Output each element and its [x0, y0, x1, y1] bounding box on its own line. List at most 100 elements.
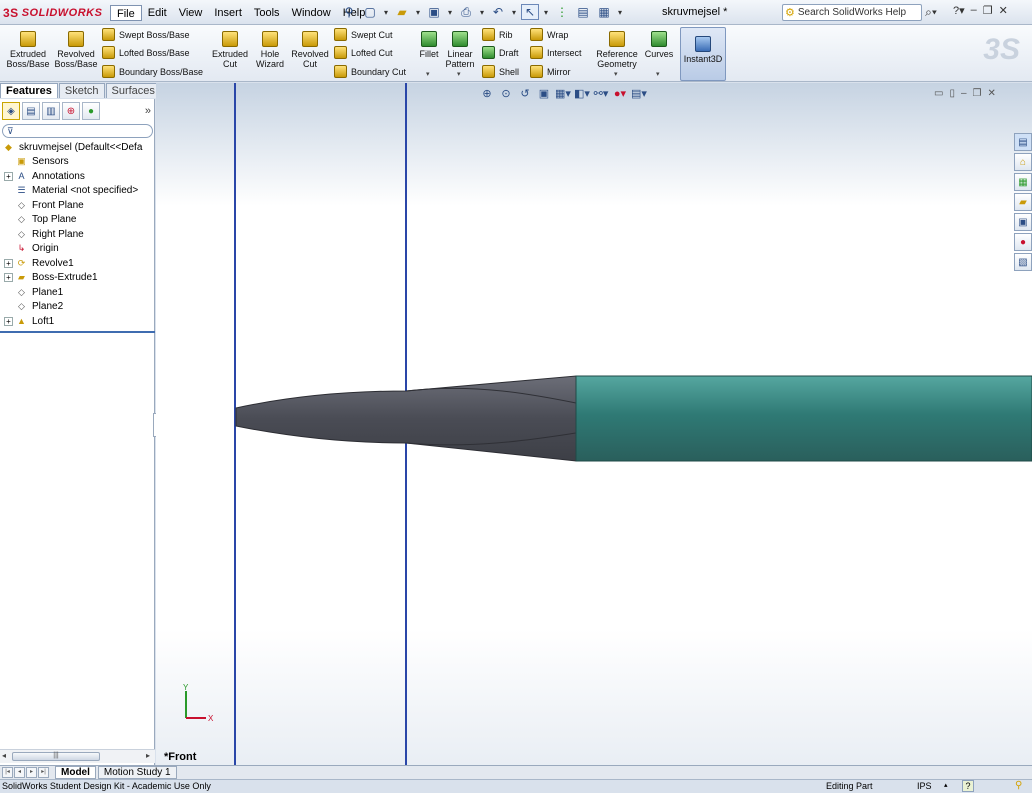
expand-toggle-icon[interactable]: +: [4, 258, 13, 268]
tree-item-right[interactable]: ◇ Right Plane: [0, 227, 155, 242]
menu-insert[interactable]: Insert: [208, 5, 248, 21]
graphics-area[interactable]: ⊕ ⊙ ↺ ▣ ▦▾ ◧▾ ⚯▾ ●▾ ▤▾ ▭ ▯ – ❐ ✕ ▤ ⌂ ▦ ▰…: [156, 83, 1032, 765]
quick-tips-help-icon[interactable]: ?: [962, 780, 974, 792]
boundary-cut-button[interactable]: Boundary Cut: [334, 65, 406, 78]
tree-item-plane2[interactable]: ◇ Plane2: [0, 300, 155, 315]
open-folder-icon[interactable]: ▰: [393, 4, 411, 20]
curves-button[interactable]: Curves: [644, 31, 674, 59]
undo-dropdown-icon[interactable]: ▾: [510, 4, 518, 20]
tree-item-revolve1[interactable]: + ⟳ Revolve1: [0, 256, 155, 271]
swept-cut-button[interactable]: Swept Cut: [334, 28, 393, 41]
tree-root[interactable]: ◆ skruvmejsel (Default<<Defa: [0, 140, 155, 155]
options-icon[interactable]: ▦: [595, 4, 613, 20]
instant3d-button[interactable]: Instant3D: [680, 27, 726, 81]
doc-close-icon[interactable]: ✕: [988, 88, 996, 99]
bottom-tab-motion-study-1[interactable]: Motion Study 1: [97, 766, 177, 779]
reference-geometry-dropdown-icon[interactable]: ▾: [614, 70, 618, 78]
units-dropdown-icon[interactable]: ▴: [944, 781, 948, 789]
expand-toggle-icon[interactable]: +: [4, 273, 13, 283]
rib-button[interactable]: Rib: [482, 28, 513, 41]
expand-toggle-icon[interactable]: +: [4, 171, 13, 181]
doc-minimize-icon[interactable]: –: [961, 88, 967, 99]
edit-appearance-icon[interactable]: ●▾: [612, 87, 628, 100]
tile-vertical-icon[interactable]: ▯: [949, 88, 955, 99]
feature-tree-horizontal-scrollbar[interactable]: ◂ ||| ▸: [0, 749, 155, 763]
last-tab-icon[interactable]: ▸|: [38, 767, 49, 778]
save-icon[interactable]: ▣: [425, 4, 443, 20]
new-dropdown-icon[interactable]: ▾: [382, 4, 390, 20]
options-dropdown-icon[interactable]: ▾: [616, 4, 624, 20]
zoom-to-fit-icon[interactable]: ⊕: [479, 87, 495, 100]
menu-file[interactable]: File: [110, 5, 142, 21]
apply-scene-icon[interactable]: ▤▾: [631, 87, 647, 100]
select-pointer-icon[interactable]: ↖: [521, 4, 539, 20]
tree-item-sensors[interactable]: ▣ Sensors: [0, 155, 155, 170]
scroll-right-icon[interactable]: ▸: [146, 751, 150, 760]
next-tab-icon[interactable]: ▸: [26, 767, 37, 778]
reference-geometry-button[interactable]: Reference Geometry: [594, 31, 640, 69]
feature-filter-input[interactable]: ⊽: [2, 124, 153, 138]
draft-button[interactable]: Draft: [482, 46, 519, 59]
print-icon[interactable]: ⎙: [457, 4, 475, 20]
zoom-to-area-icon[interactable]: ⊙: [498, 87, 514, 100]
tree-item-plane1[interactable]: ◇ Plane1: [0, 285, 155, 300]
close-icon[interactable]: ✕: [999, 4, 1008, 17]
more-tabs-icon[interactable]: »: [145, 105, 151, 117]
revolved-cut-button[interactable]: Revolved Cut: [290, 31, 330, 69]
file-properties-icon[interactable]: ▤: [574, 4, 592, 20]
first-tab-icon[interactable]: |◂: [2, 767, 13, 778]
swept-boss-button[interactable]: Swept Boss/Base: [102, 28, 190, 41]
tree-item-origin[interactable]: ↳ Origin: [0, 242, 155, 257]
wrap-button[interactable]: Wrap: [530, 28, 568, 41]
custom-properties-icon[interactable]: ▧: [1014, 253, 1032, 271]
scroll-left-icon[interactable]: ◂: [2, 751, 6, 760]
view-orientation-icon[interactable]: ▦▾: [555, 87, 571, 100]
linear-pattern-button[interactable]: Linear Pattern: [444, 31, 476, 69]
select-dropdown-icon[interactable]: ▾: [542, 4, 550, 20]
screwdriver-handle[interactable]: [575, 375, 1032, 462]
revolved-boss-button[interactable]: Revolved Boss/Base: [54, 31, 98, 69]
help-search-input[interactable]: ⚙ Search SolidWorks Help: [782, 4, 922, 21]
tree-item-boss-extrude1[interactable]: + ▰ Boss-Extrude1: [0, 271, 155, 286]
hide-show-items-icon[interactable]: ⚯▾: [593, 87, 609, 100]
tree-item-front[interactable]: ◇ Front Plane: [0, 198, 155, 213]
extruded-boss-button[interactable]: Extruded Boss/Base: [6, 31, 50, 69]
linear-pattern-dropdown-icon[interactable]: ▾: [457, 70, 461, 78]
fillet-button[interactable]: Fillet: [416, 31, 442, 59]
help-icon[interactable]: ?▾: [953, 4, 965, 17]
feature-manager-tab-icon[interactable]: ◈: [2, 102, 20, 120]
curves-dropdown-icon[interactable]: ▾: [656, 70, 660, 78]
open-dropdown-icon[interactable]: ▾: [414, 4, 422, 20]
solidworks-logo[interactable]: 3S SOLIDWORKS: [3, 4, 102, 21]
dimxpert-manager-tab-icon[interactable]: ⊕: [62, 102, 80, 120]
status-units-selector[interactable]: IPS: [917, 781, 932, 791]
tile-horizontal-icon[interactable]: ▭: [934, 88, 943, 99]
lofted-boss-button[interactable]: Lofted Boss/Base: [102, 46, 190, 59]
display-manager-tab-icon[interactable]: ●: [82, 102, 100, 120]
tab-features[interactable]: Features: [0, 83, 58, 98]
print-dropdown-icon[interactable]: ▾: [478, 4, 486, 20]
tab-surfaces[interactable]: Surfaces: [105, 83, 161, 98]
menu-edit[interactable]: Edit: [142, 5, 173, 21]
expand-toggle-icon[interactable]: +: [4, 316, 13, 326]
menu-window[interactable]: Window: [286, 5, 337, 21]
previous-view-icon[interactable]: ↺: [517, 87, 533, 100]
model-viewport[interactable]: [156, 83, 1032, 765]
intersect-button[interactable]: Intersect: [530, 46, 582, 59]
mirror-button[interactable]: Mirror: [530, 65, 571, 78]
prev-tab-icon[interactable]: ◂: [14, 767, 25, 778]
design-library-icon[interactable]: ⌂: [1014, 153, 1032, 171]
hole-wizard-button[interactable]: Hole Wizard: [252, 31, 288, 69]
rebuild-status-icon[interactable]: ⚲: [1015, 780, 1022, 791]
tab-sketch[interactable]: Sketch: [58, 83, 105, 98]
tree-item-material[interactable]: ☰ Material <not specified>: [0, 184, 155, 199]
bottom-tab-model[interactable]: Model: [55, 766, 96, 779]
file-explorer-icon[interactable]: ▦: [1014, 173, 1032, 191]
configuration-manager-tab-icon[interactable]: ▥: [42, 102, 60, 120]
search-go-icon[interactable]: ⌕▾: [918, 4, 944, 21]
undo-icon[interactable]: ↶: [489, 4, 507, 20]
fillet-dropdown-icon[interactable]: ▾: [426, 70, 430, 78]
restore-icon[interactable]: ❐: [983, 4, 993, 17]
shell-button[interactable]: Shell: [482, 65, 519, 78]
solidworks-resources-icon[interactable]: ▤: [1014, 133, 1032, 151]
